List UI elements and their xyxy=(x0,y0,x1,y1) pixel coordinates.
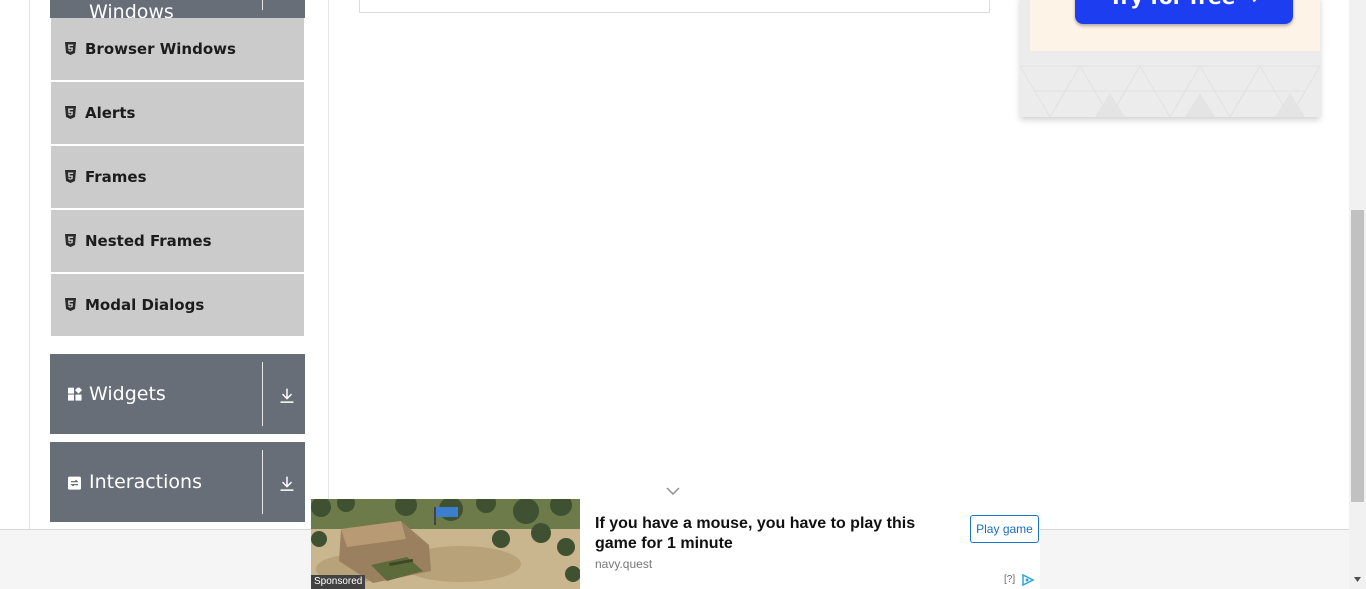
play-game-button[interactable]: Play game xyxy=(970,515,1039,543)
download-arrow-icon[interactable] xyxy=(279,476,295,492)
group-header-interactions[interactable]: Interactions xyxy=(50,442,305,522)
sidebar-item-alerts[interactable]: Alerts xyxy=(51,82,304,144)
ad-domain: navy.quest xyxy=(595,557,653,571)
ad-headline[interactable]: If you have a mouse, you have to play th… xyxy=(595,514,945,554)
html5-icon xyxy=(65,298,76,311)
interactions-icon xyxy=(68,476,81,490)
sidebar-item-label: Alerts xyxy=(85,104,136,122)
right-advertisement[interactable]: Try for free → xyxy=(1020,0,1320,117)
group-title: Widgets xyxy=(89,383,166,405)
group-divider xyxy=(262,450,263,514)
sidebar-item-modal-dialogs[interactable]: Modal Dialogs xyxy=(51,274,304,336)
group-title: Interactions xyxy=(89,471,202,493)
sidebar-item-frames[interactable]: Frames xyxy=(51,146,304,208)
html5-icon xyxy=(65,106,76,119)
ad-help-link[interactable]: [?] xyxy=(1004,574,1015,585)
chevron-down-icon[interactable] xyxy=(666,486,680,496)
scroll-down-arrow-icon[interactable] xyxy=(1353,575,1362,584)
sidebar-item-label: Modal Dialogs xyxy=(85,296,205,314)
group-header-windows[interactable]: Windows xyxy=(50,0,305,23)
widgets-icon xyxy=(68,387,83,401)
vertical-scrollbar[interactable] xyxy=(1349,0,1366,589)
group-divider xyxy=(262,362,263,426)
sidebar-item-label: Frames xyxy=(85,168,147,186)
try-for-free-button[interactable]: Try for free → xyxy=(1075,0,1293,24)
html5-icon xyxy=(65,42,76,55)
sidebar-item-nested-frames[interactable]: Nested Frames xyxy=(51,210,304,272)
sidebar-item-label: Browser Windows xyxy=(85,40,236,58)
sponsored-label: Sponsored xyxy=(311,575,366,589)
download-arrow-icon[interactable] xyxy=(279,388,295,404)
scrollbar-thumb[interactable] xyxy=(1351,210,1364,502)
group-divider xyxy=(262,0,263,10)
page: Windows Browser Windows Alerts Frames Ne… xyxy=(0,0,1366,589)
adchoices-icon[interactable] xyxy=(1022,574,1036,586)
sidebar-menu-list: Browser Windows Alerts Frames Nested Fra… xyxy=(51,18,304,338)
ad-game-image[interactable]: Sponsored xyxy=(311,499,580,589)
sidebar-item-label: Nested Frames xyxy=(85,232,212,250)
html5-icon xyxy=(65,170,76,183)
group-header-widgets[interactable]: Widgets xyxy=(50,354,305,434)
content-frame xyxy=(359,0,990,13)
sponsored-ad-unit[interactable]: Sponsored If you have a mouse, you have … xyxy=(311,499,1040,589)
html5-icon xyxy=(65,234,76,247)
sidebar-item-browser-windows[interactable]: Browser Windows xyxy=(51,18,304,80)
